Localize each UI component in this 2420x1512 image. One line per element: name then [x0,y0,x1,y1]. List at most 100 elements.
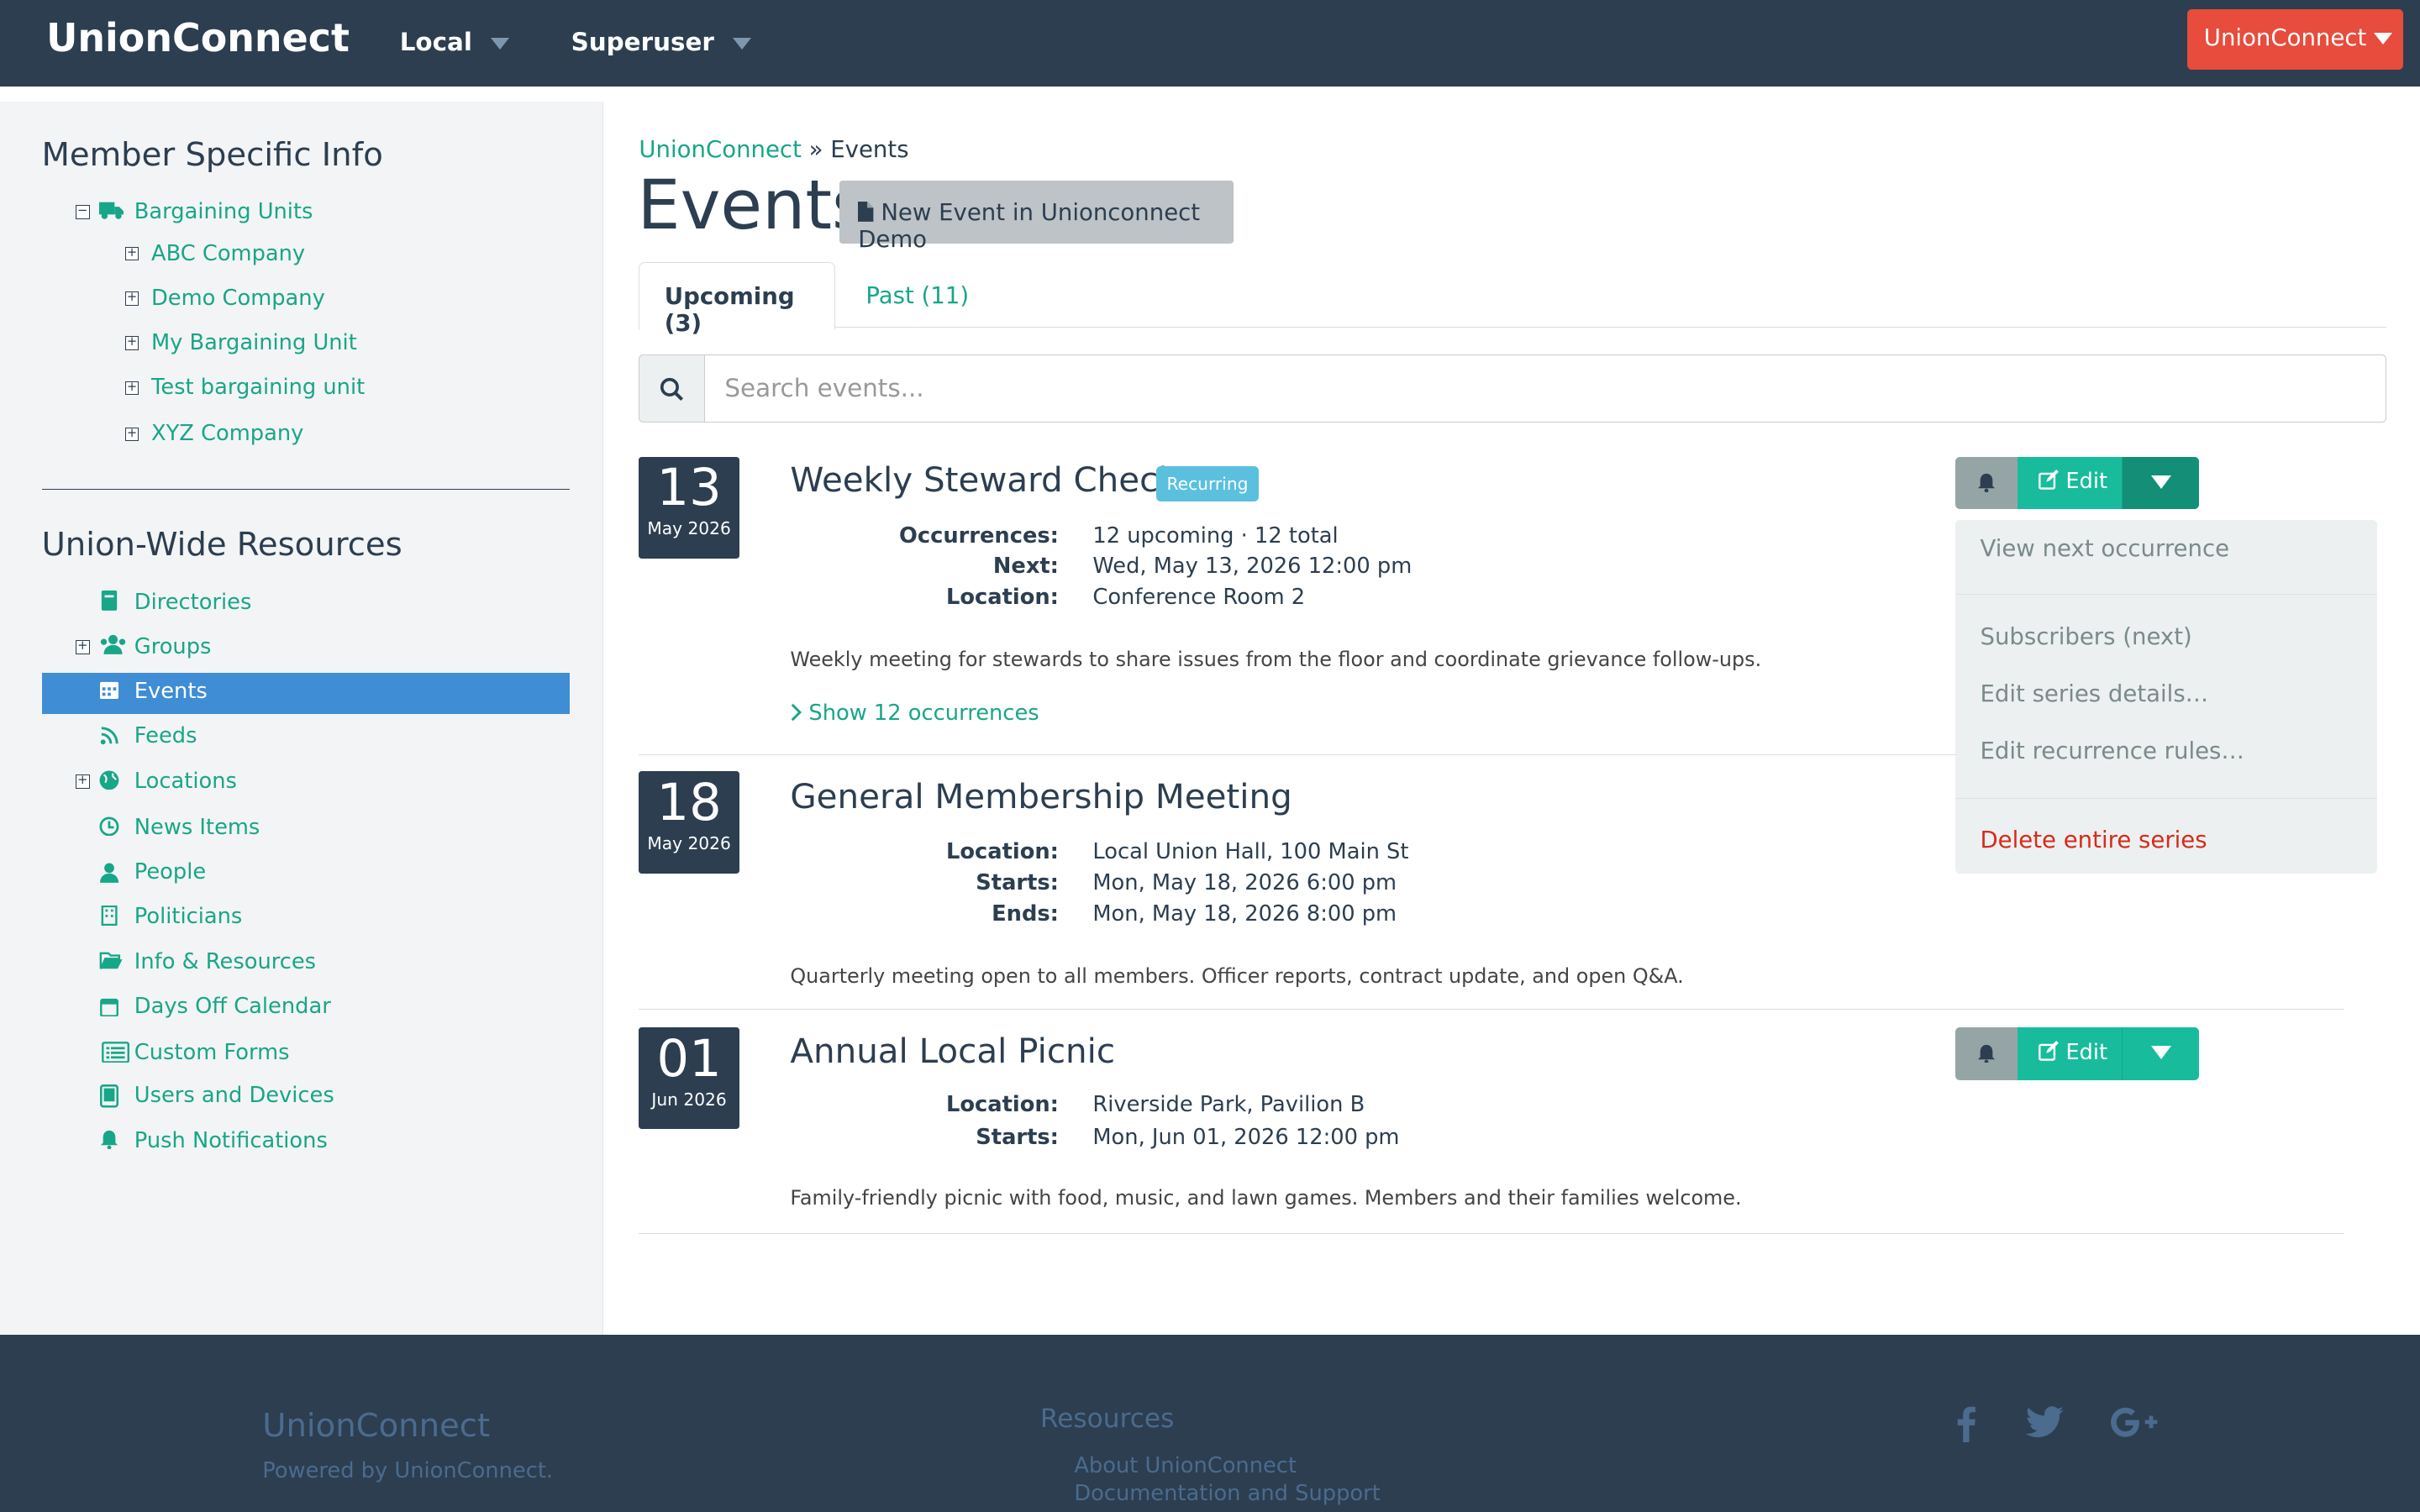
bargaining-unit-item[interactable]: Demo Company [151,286,325,311]
sidebar-item-custom-forms[interactable]: Custom Forms [134,1040,290,1065]
bargaining-unit-item[interactable]: Test bargaining unit [151,375,365,400]
chevron-right-icon [792,703,802,721]
tab-past[interactable]: Past (11) [865,282,969,309]
event-description: Family-friendly picnic with food, music,… [790,1186,1742,1210]
collapse-toggle-icon[interactable]: − [75,204,90,219]
caret-down-icon [2374,33,2393,45]
field-label: Ends: [992,900,1059,927]
top-navbar: UnionConnect Local Superuser UnionConnec… [0,0,2420,87]
field-value: Riverside Park, Pavilion B [1092,1092,1365,1118]
sidebar-item-locations[interactable]: Locations [134,769,237,794]
sidebar-item-people[interactable]: People [134,859,206,885]
tab-upcoming[interactable]: Upcoming (3) [639,262,835,337]
sidebar-item-push-notifications[interactable]: Push Notifications [134,1128,328,1153]
breadcrumb-root-link[interactable]: UnionConnect [639,136,802,163]
folder-open-icon [99,952,124,975]
member-specific-heading: Member Specific Info [41,135,383,174]
field-label: Starts: [976,869,1059,895]
expand-toggle-icon[interactable]: + [124,381,139,396]
event-month: Jun 2026 [651,1089,727,1110]
notify-button[interactable] [1955,456,2018,510]
bargaining-unit-item[interactable]: XYZ Company [151,421,303,446]
event-date-badge: 01 Jun 2026 [639,1027,739,1130]
caret-down-icon [490,37,509,50]
breadcrumb-separator: » [808,135,823,163]
edit-button[interactable]: Edit [2017,456,2123,510]
breadcrumb-current: Events [830,135,909,163]
search-icon [660,378,684,402]
sidebar-item-bargaining-units[interactable]: Bargaining Units [134,199,313,224]
caret-down-icon [732,37,751,50]
google-plus-icon[interactable] [2110,1405,2160,1447]
sidebar-item-events[interactable]: Events [134,679,208,704]
search-input[interactable]: Search events... [703,354,2386,423]
sidebar-item-users-and-devices[interactable]: Users and Devices [134,1083,334,1108]
menu-item-edit-series[interactable]: Edit series details… [1980,680,2208,707]
truck-icon [98,199,124,227]
event-title[interactable]: Annual Local Picnic [790,1031,1115,1071]
expand-toggle-icon[interactable]: + [75,774,90,789]
account-dropdown-label: UnionConnect [2203,24,2367,52]
footer: UnionConnect Powered by UnionConnect. Re… [0,1334,2420,1512]
building-icon [99,905,121,931]
caret-down-icon [2150,475,2171,489]
show-occurrences-link[interactable]: Show 12 occurrences [790,701,1039,726]
edit-button[interactable]: Edit [2017,1027,2123,1080]
expand-toggle-icon[interactable]: + [124,246,139,261]
sidebar-item-directories[interactable]: Directories [134,590,252,615]
new-event-button[interactable]: New Event in Unionconnect Demo [839,180,1234,253]
file-icon [858,201,874,222]
sidebar-item-groups[interactable]: Groups [134,634,212,659]
expand-toggle-icon[interactable]: + [124,291,139,306]
actions-dropdown-toggle[interactable] [2122,456,2200,510]
field-label: Location: [946,1092,1059,1118]
bargaining-unit-item[interactable]: My Bargaining Unit [151,330,357,355]
sidebar-item-info-resources[interactable]: Info & Resources [134,949,316,974]
caret-down-icon [2150,1046,2171,1059]
event-day: 18 [656,774,722,833]
expand-toggle-icon[interactable]: + [124,336,139,350]
bell-icon [99,1129,121,1154]
menu-item-edit-recurrence[interactable]: Edit recurrence rules… [1980,738,2244,764]
facebook-icon[interactable] [1955,1405,1977,1451]
menu-item-subscribers[interactable]: Subscribers (next) [1980,623,2191,650]
edit-label: Edit [2065,1039,2108,1065]
users-icon [99,634,127,659]
actions-dropdown-toggle[interactable] [2122,1027,2200,1080]
sidebar-active-highlight [41,672,570,715]
bell-icon [1977,473,1995,492]
brand-logo[interactable]: UnionConnect [46,15,350,60]
search-addon [639,354,706,423]
field-value: Mon, May 18, 2026 8:00 pm [1092,900,1397,927]
footer-brand: UnionConnect [262,1407,491,1446]
sidebar-item-politicians[interactable]: Politicians [134,904,243,929]
row-divider [639,754,1956,755]
menu-item-delete-series[interactable]: Delete entire series [1980,827,2207,853]
twitter-icon[interactable] [2025,1405,2065,1447]
account-dropdown-button[interactable]: UnionConnect [2186,9,2403,70]
footer-link-about[interactable]: About UnionConnect [1074,1453,1297,1478]
rss-icon [99,727,121,750]
show-occurrences-label: Show 12 occurrences [808,700,1039,726]
event-date-badge: 18 May 2026 [639,771,739,874]
union-wide-heading: Union-Wide Resources [41,526,402,564]
footer-link-docs[interactable]: Documentation and Support [1074,1481,1380,1506]
sidebar-item-news-items[interactable]: News Items [134,815,260,840]
sidebar-item-days-off-calendar[interactable]: Days Off Calendar [134,994,331,1019]
nav-superuser-dropdown[interactable]: Superuser [571,28,751,56]
notify-button[interactable] [1955,1027,2018,1080]
event-month: May 2026 [647,518,731,539]
calendar-icon [99,997,121,1022]
menu-item-view-next[interactable]: View next occurrence [1980,535,2229,562]
event-title[interactable]: General Membership Meeting [790,776,1292,816]
field-label: Occurrences: [899,522,1059,549]
field-value: Local Union Hall, 100 Main St [1092,839,1409,865]
field-value: Conference Room 2 [1092,585,1306,611]
nav-local-dropdown[interactable]: Local [400,28,509,56]
row-divider [639,1232,2344,1234]
sidebar-item-feeds[interactable]: Feeds [134,723,197,748]
clock-icon [99,816,121,842]
expand-toggle-icon[interactable]: + [124,427,139,442]
bargaining-unit-item[interactable]: ABC Company [151,241,305,266]
expand-toggle-icon[interactable]: + [75,639,90,654]
